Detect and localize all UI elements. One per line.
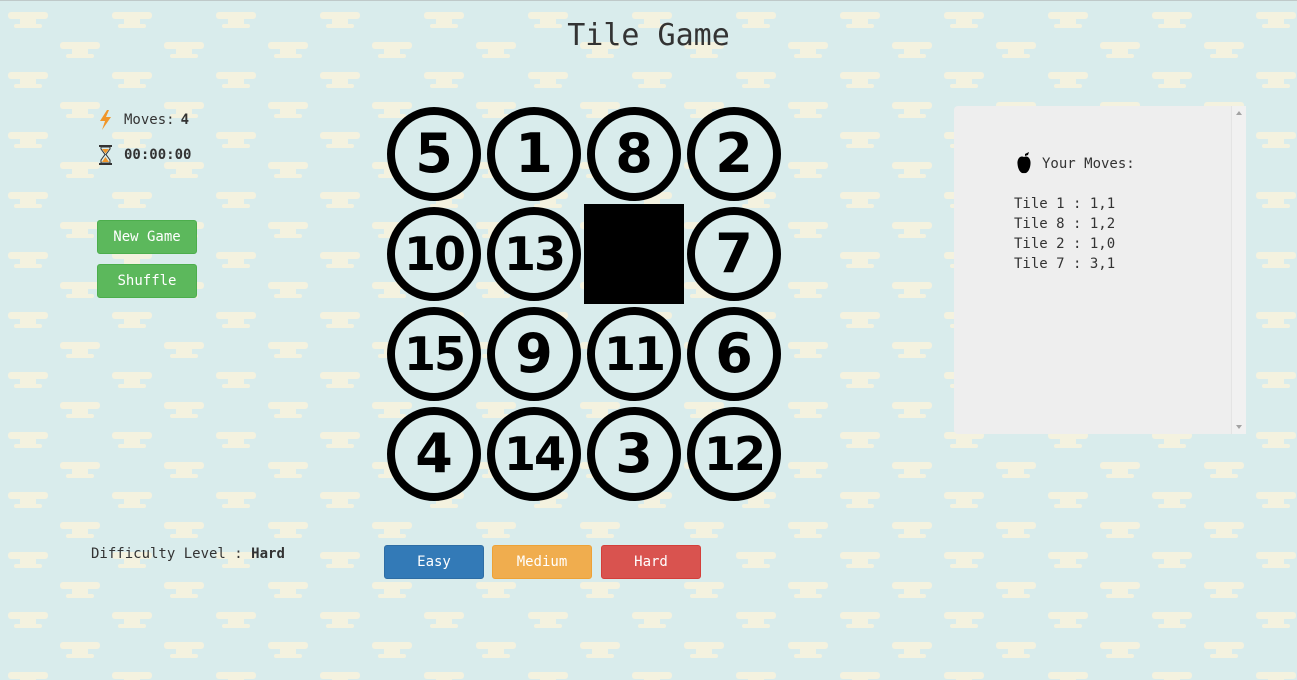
tile-3[interactable]: 3 <box>584 404 684 504</box>
difficulty-label: Difficulty Level : <box>91 546 243 562</box>
move-entry: Tile 1 : 1,1 <box>1014 196 1116 212</box>
tile-1[interactable]: 1 <box>484 104 584 204</box>
move-entry: Tile 2 : 1,0 <box>1014 236 1116 252</box>
scroll-down-icon[interactable] <box>1236 425 1242 429</box>
tile-6[interactable]: 6 <box>684 304 784 404</box>
tile-number: 6 <box>715 322 753 385</box>
tile-number: 8 <box>615 122 653 185</box>
medium-button[interactable]: Medium <box>492 545 592 579</box>
tile-number: 13 <box>503 227 566 281</box>
tile-number: 12 <box>703 427 766 481</box>
moves-list: Tile 1 : 1,1 Tile 8 : 1,2 Tile 2 : 1,0 Tile… <box>1014 194 1115 274</box>
tile-11[interactable]: 11 <box>584 304 684 404</box>
moves-counter: Moves: 4 <box>97 109 189 131</box>
tile-number: 10 <box>403 227 466 281</box>
moves-header-label: Your Moves: <box>1042 156 1135 172</box>
tile-2[interactable]: 2 <box>684 104 784 204</box>
tile-9[interactable]: 9 <box>484 304 584 404</box>
tile-board: 5 1 8 2 10 13 7 15 9 11 6 4 14 3 12 <box>384 104 784 504</box>
tile-number: 9 <box>515 322 553 385</box>
tile-12[interactable]: 12 <box>684 404 784 504</box>
tile-4[interactable]: 4 <box>384 404 484 504</box>
apple-icon <box>1016 152 1032 176</box>
empty-tile[interactable] <box>584 204 684 304</box>
tile-number: 2 <box>715 122 753 185</box>
top-border <box>0 0 1297 1</box>
tile-15[interactable]: 15 <box>384 304 484 404</box>
moves-panel[interactable]: Your Moves: Tile 1 : 1,1 Tile 8 : 1,2 Tile… <box>954 106 1246 434</box>
moves-label: Moves: <box>124 112 175 128</box>
tile-number: 1 <box>515 122 553 185</box>
moves-header: Your Moves: <box>1016 152 1135 176</box>
lightning-icon <box>97 109 115 131</box>
page-title: Tile Game <box>567 18 730 53</box>
hard-button[interactable]: Hard <box>601 545 701 579</box>
tile-10[interactable]: 10 <box>384 204 484 304</box>
tile-number: 3 <box>615 422 653 485</box>
moves-scrollbar[interactable] <box>1231 106 1246 434</box>
timer: 00:00:00 <box>97 144 191 166</box>
easy-button[interactable]: Easy <box>384 545 484 579</box>
tile-14[interactable]: 14 <box>484 404 584 504</box>
tile-number: 15 <box>403 327 466 381</box>
moves-value: 4 <box>180 112 190 128</box>
shuffle-button[interactable]: Shuffle <box>97 264 197 298</box>
difficulty-level: Difficulty Level : Hard <box>91 546 285 562</box>
tile-7[interactable]: 7 <box>684 204 784 304</box>
tile-8[interactable]: 8 <box>584 104 684 204</box>
tile-number: 11 <box>603 327 666 381</box>
difficulty-current: Hard <box>251 546 285 562</box>
scroll-up-icon[interactable] <box>1236 111 1242 115</box>
move-entry: Tile 7 : 3,1 <box>1014 256 1116 272</box>
hourglass-icon <box>97 144 115 166</box>
tile-13[interactable]: 13 <box>484 204 584 304</box>
timer-value: 00:00:00 <box>124 147 192 163</box>
move-entry: Tile 8 : 1,2 <box>1014 216 1116 232</box>
tile-number: 5 <box>415 122 453 185</box>
tile-number: 4 <box>415 422 453 485</box>
tile-5[interactable]: 5 <box>384 104 484 204</box>
tile-number: 7 <box>715 222 753 285</box>
tile-number: 14 <box>503 427 566 481</box>
new-game-button[interactable]: New Game <box>97 220 197 254</box>
